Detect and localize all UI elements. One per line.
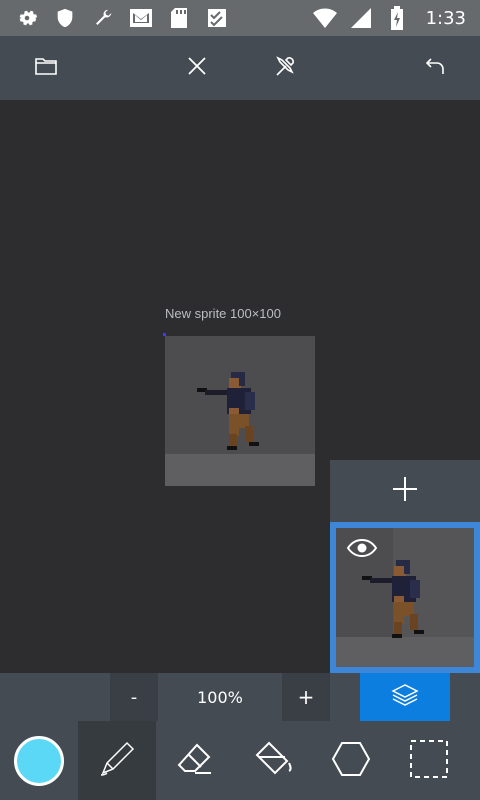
hexagon-shape-icon [331, 741, 371, 781]
status-bar: 1:33 [0, 0, 480, 36]
layer-thumbnail [336, 528, 474, 667]
add-layer-button[interactable] [330, 460, 480, 522]
open-folder-button[interactable] [18, 36, 74, 100]
wrench-icon [90, 5, 116, 31]
status-icons-left [0, 5, 230, 31]
checklist-icon [204, 5, 230, 31]
shape-tool[interactable] [312, 721, 390, 800]
sprite-canvas[interactable] [165, 336, 315, 486]
pencil-icon [97, 739, 137, 783]
wifi-icon [312, 5, 338, 31]
zoom-out-button[interactable]: - [110, 673, 158, 721]
selection-icon [409, 739, 449, 783]
top-toolbar [0, 36, 480, 100]
eye-icon[interactable] [346, 538, 378, 562]
zoom-level: 100% [160, 673, 280, 721]
color-swatch [14, 735, 64, 786]
folder-icon [34, 56, 58, 80]
battery-charging-icon [384, 5, 410, 31]
bucket-fill-icon [253, 739, 293, 783]
tools-button[interactable] [258, 36, 314, 100]
app-root: 1:33 New sprite 100×100 - 100% + [0, 0, 480, 800]
shield-icon [52, 5, 78, 31]
eraser-tool[interactable] [156, 721, 234, 800]
close-button[interactable] [169, 36, 225, 100]
layers-toggle-button[interactable] [360, 673, 450, 721]
plus-icon [391, 475, 419, 507]
eraser-icon [175, 741, 215, 781]
pencil-tool[interactable] [78, 721, 156, 800]
zoom-in-button[interactable]: + [282, 673, 330, 721]
undo-icon [425, 55, 447, 81]
zoom-row: - 100% + [0, 673, 480, 721]
sprite-character [197, 372, 259, 450]
status-time: 1:33 [425, 7, 466, 29]
tools-icon [274, 54, 298, 82]
bucket-fill-tool[interactable] [234, 721, 312, 800]
color-picker-button[interactable] [0, 721, 78, 800]
status-icons-right: 1:33 [312, 5, 480, 31]
layer-item-selected[interactable] [330, 522, 480, 673]
layers-panel [330, 460, 480, 673]
sprite-label: New sprite 100×100 [165, 306, 281, 321]
mail-icon [128, 5, 154, 31]
selection-tool[interactable] [390, 721, 468, 800]
close-icon [187, 56, 207, 80]
signal-icon [348, 5, 374, 31]
layers-icon [391, 683, 419, 711]
gear-icon [14, 5, 40, 31]
layer-thumb-character [362, 560, 424, 638]
drawing-tools-bar [0, 721, 480, 800]
sd-card-icon [166, 5, 192, 31]
undo-button[interactable] [408, 36, 464, 100]
sprite-floor [165, 454, 315, 486]
